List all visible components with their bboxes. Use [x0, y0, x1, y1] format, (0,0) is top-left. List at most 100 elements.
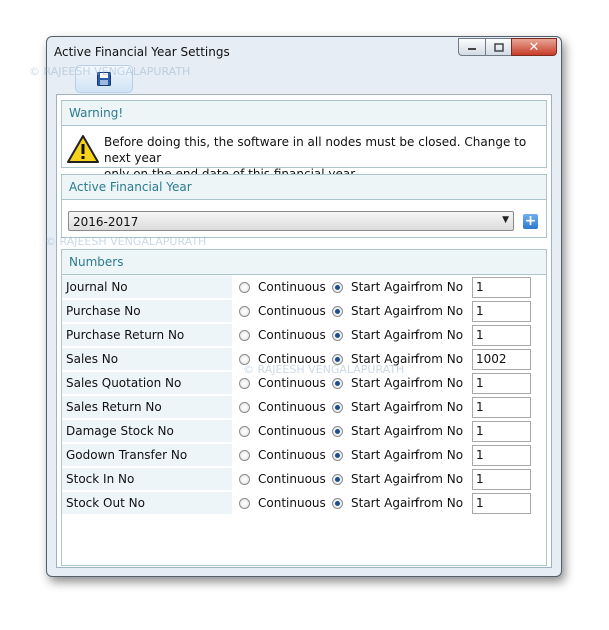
continuous-radio[interactable]	[239, 282, 250, 293]
continuous-label: Continuous	[258, 400, 326, 414]
financial-year-value: 2016-2017	[73, 215, 139, 229]
start-again-label: Start Again	[351, 376, 419, 390]
from-no-label: from No	[415, 376, 464, 390]
start-again-radio[interactable]	[332, 402, 343, 413]
start-number-input[interactable]: 1	[472, 493, 531, 514]
start-number-input[interactable]: 1	[472, 421, 531, 442]
numbering-row: Stock Out No Continuous Start Again from No…	[62, 492, 546, 516]
from-no-label: from No	[415, 352, 464, 366]
continuous-radio[interactable]	[239, 402, 250, 413]
warning-icon	[67, 135, 99, 163]
financial-year-select[interactable]: 2016-2017 ▼	[68, 211, 514, 231]
start-again-radio[interactable]	[332, 426, 343, 437]
numbering-label: Sales Return No	[62, 396, 232, 419]
numbering-label: Stock In No	[62, 468, 232, 491]
warning-heading: Warning!	[62, 101, 546, 126]
numbering-label: Sales No	[62, 348, 232, 371]
continuous-label: Continuous	[258, 328, 326, 342]
start-number-input[interactable]: 1	[472, 445, 531, 466]
continuous-label: Continuous	[258, 496, 326, 510]
continuous-label: Continuous	[258, 448, 326, 462]
from-no-label: from No	[415, 472, 464, 486]
chevron-down-icon: ▼	[502, 215, 509, 225]
start-number-input[interactable]: 1002	[472, 349, 531, 370]
from-no-label: from No	[415, 496, 464, 510]
watermark: © RAJEESH VENGALAPURATH	[29, 65, 191, 78]
continuous-radio[interactable]	[239, 450, 250, 461]
numbers-heading: Numbers	[62, 250, 546, 275]
warning-line-1: Before doing this, the software in all n…	[104, 135, 527, 165]
start-again-radio[interactable]	[332, 498, 343, 509]
close-button[interactable]: ✕	[511, 38, 557, 56]
continuous-label: Continuous	[258, 280, 326, 294]
numbers-group: Numbers Journal No Continuous Start Again f…	[61, 249, 547, 566]
numbering-label: Damage Stock No	[62, 420, 232, 443]
active-financial-year-group: Active Financial Year 2016-2017 ▼ +	[61, 174, 547, 238]
continuous-label: Continuous	[258, 424, 326, 438]
start-again-label: Start Again	[351, 280, 419, 294]
numbering-label: Stock Out No	[62, 492, 232, 515]
plus-icon: +	[524, 213, 537, 229]
start-again-radio[interactable]	[332, 306, 343, 317]
numbering-label: Purchase Return No	[62, 324, 232, 347]
numbering-label: Purchase No	[62, 300, 232, 323]
continuous-label: Continuous	[258, 304, 326, 318]
numbering-row: Sales Return No Continuous Start Again from…	[62, 396, 546, 420]
warning-group: Warning! Before doing this, the software…	[61, 100, 547, 181]
settings-window: Active Financial Year Settings ✕ Warning…	[29, 36, 562, 577]
continuous-radio[interactable]	[239, 330, 250, 341]
close-icon: ✕	[528, 39, 540, 55]
watermark: © RAJEESH VENGALAPURATH	[45, 235, 207, 248]
window-controls: ✕	[458, 38, 557, 56]
start-again-label: Start Again	[351, 304, 419, 318]
numbering-label: Journal No	[62, 276, 232, 299]
continuous-radio[interactable]	[239, 378, 250, 389]
title-bar: Active Financial Year Settings ✕	[47, 37, 561, 65]
continuous-radio[interactable]	[239, 306, 250, 317]
minimize-button[interactable]	[458, 38, 485, 56]
start-number-input[interactable]: 1	[472, 373, 531, 394]
start-number-input[interactable]: 1	[472, 469, 531, 490]
minimize-icon	[468, 48, 476, 50]
continuous-label: Continuous	[258, 376, 326, 390]
numbering-row: Damage Stock No Continuous Start Again from…	[62, 420, 546, 444]
numbering-row: Purchase Return No Continuous Start Again f…	[62, 324, 546, 348]
continuous-radio[interactable]	[239, 498, 250, 509]
start-again-radio[interactable]	[332, 282, 343, 293]
from-no-label: from No	[415, 280, 464, 294]
maximize-button[interactable]	[485, 38, 511, 56]
watermark: © RAJEESH VENGALAPURATH	[243, 363, 405, 376]
from-no-label: from No	[415, 304, 464, 318]
continuous-radio[interactable]	[239, 474, 250, 485]
from-no-label: from No	[415, 424, 464, 438]
start-number-input[interactable]: 1	[472, 325, 531, 346]
start-again-radio[interactable]	[332, 474, 343, 485]
from-no-label: from No	[415, 448, 464, 462]
continuous-label: Continuous	[258, 472, 326, 486]
window-title: Active Financial Year Settings	[54, 45, 230, 59]
from-no-label: from No	[415, 328, 464, 342]
numbering-row: Journal No Continuous Start Again from No 1	[62, 276, 546, 300]
start-again-label: Start Again	[351, 400, 419, 414]
from-no-label: from No	[415, 400, 464, 414]
start-again-label: Start Again	[351, 424, 419, 438]
start-again-label: Start Again	[351, 496, 419, 510]
client-area: Warning! Before doing this, the software…	[56, 94, 552, 568]
numbering-row: Stock In No Continuous Start Again from No 1	[62, 468, 546, 492]
numbering-label: Godown Transfer No	[62, 444, 232, 467]
maximize-icon	[493, 42, 504, 52]
start-number-input[interactable]: 1	[472, 301, 531, 322]
continuous-radio[interactable]	[239, 426, 250, 437]
start-number-input[interactable]: 1	[472, 277, 531, 298]
active-financial-year-heading: Active Financial Year	[62, 175, 546, 200]
start-again-radio[interactable]	[332, 378, 343, 389]
start-again-label: Start Again	[351, 328, 419, 342]
start-number-input[interactable]: 1	[472, 397, 531, 418]
start-again-radio[interactable]	[332, 330, 343, 341]
start-again-radio[interactable]	[332, 450, 343, 461]
add-financial-year-button[interactable]: +	[523, 214, 538, 229]
start-again-label: Start Again	[351, 472, 419, 486]
numbering-row: Purchase No Continuous Start Again from No 1	[62, 300, 546, 324]
numbering-row: Godown Transfer No Continuous Start Again f…	[62, 444, 546, 468]
numbering-label: Sales Quotation No	[62, 372, 232, 395]
